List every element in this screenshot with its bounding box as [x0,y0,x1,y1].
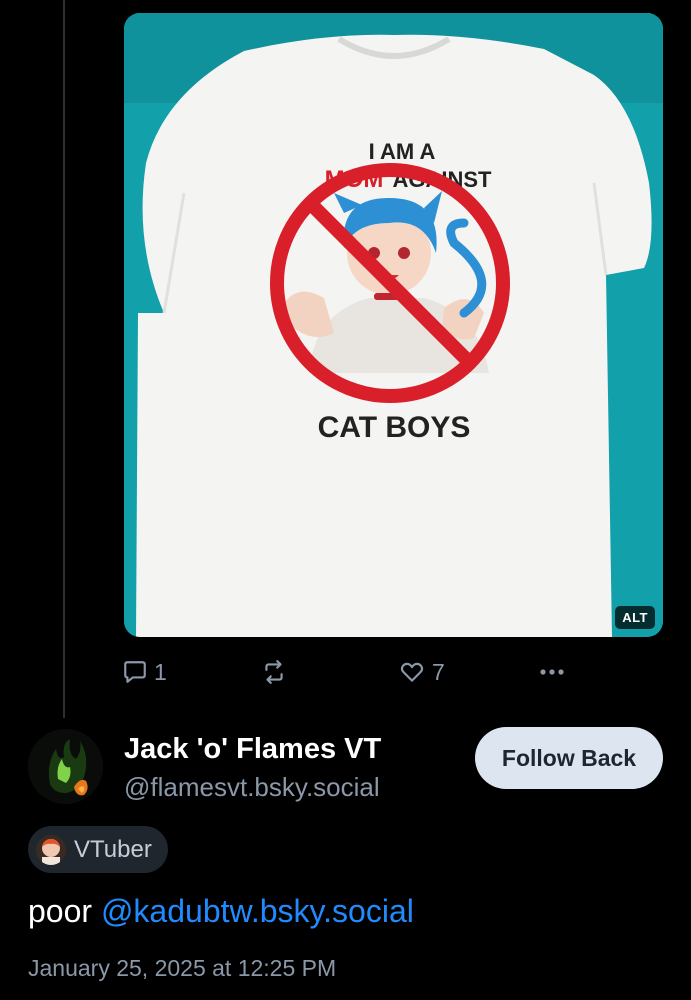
thread-line [63,0,65,718]
shirt-text-bottom: CAT BOYS [318,411,471,444]
shirt-text-line1: I AM A [369,139,436,164]
like-button[interactable]: 7 [398,652,445,692]
reply-count: 1 [154,658,167,685]
repost-button[interactable] [260,652,288,692]
avatar[interactable] [28,729,103,804]
reply-icon [124,661,146,683]
more-options-button[interactable] [536,652,568,692]
vtuber-label-badge[interactable]: VTuber [28,826,168,873]
reply-button[interactable]: 1 [122,652,167,692]
alt-badge[interactable]: ALT [615,606,655,629]
post-text-prefix: poor [28,893,101,929]
post-timestamp: January 25, 2025 at 12:25 PM [28,955,337,981]
author-display-name[interactable]: Jack 'o' Flames VT [124,733,381,766]
mention-link[interactable]: @kadubtw.bsky.social [101,893,414,929]
repost-icon [265,660,283,684]
follow-back-button[interactable]: Follow Back [475,727,663,789]
post-text: poor @kadubtw.bsky.social [28,893,414,930]
like-count: 7 [432,658,445,685]
heart-icon [400,662,424,682]
author-handle[interactable]: @flamesvt.bsky.social [124,772,380,803]
vtuber-label-text: VTuber [74,835,152,863]
label-avatar-icon [36,834,66,865]
post-actions: 1 7 [122,652,582,692]
tshirt-photo: I AM A MOM AGAINST CAT BOYS [124,13,663,637]
post-image[interactable]: I AM A MOM AGAINST CAT BOYS ALT [124,13,663,637]
more-icon [540,669,564,675]
